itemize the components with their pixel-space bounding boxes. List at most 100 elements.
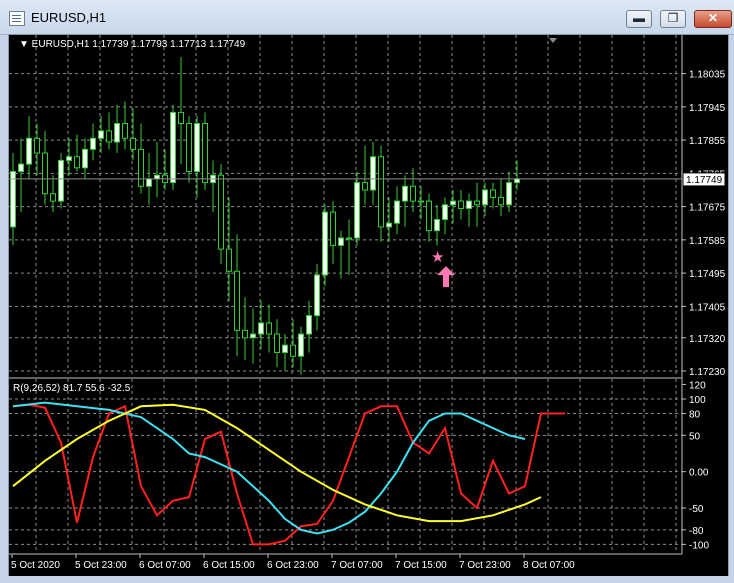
bull-candle — [194, 122, 200, 173]
bull-candle — [394, 200, 400, 224]
bear-candle — [330, 211, 336, 246]
time-tick-label: 7 Oct 23:00 — [459, 560, 511, 571]
indicator-tick-label: 50 — [689, 431, 701, 442]
time-tick-label: 6 Oct 23:00 — [267, 560, 319, 571]
time-tick-label: 7 Oct 15:00 — [395, 560, 447, 571]
bear-candle — [122, 122, 128, 139]
bull-candle — [482, 189, 488, 206]
bull-candle — [466, 200, 472, 209]
bear-candle — [42, 152, 48, 195]
maximize-button[interactable]: ❐ — [660, 10, 686, 28]
bull-candle — [298, 333, 304, 357]
price-tick-label: 1.17585 — [689, 236, 726, 247]
bear-candle — [410, 185, 416, 202]
close-button[interactable]: ✕ — [694, 10, 732, 28]
bear-candle — [242, 329, 248, 339]
bear-candle — [266, 322, 272, 335]
indicator-tick-label: -80 — [689, 526, 704, 537]
bull-candle — [26, 137, 32, 165]
price-tick-label: 1.17855 — [689, 136, 726, 147]
bear-candle — [226, 248, 232, 272]
bull-candle — [338, 237, 344, 246]
bear-candle — [234, 270, 240, 331]
price-tick-label: 1.17230 — [689, 367, 726, 378]
bull-candle — [402, 185, 408, 202]
bear-candle — [290, 344, 296, 357]
bull-candle — [90, 137, 96, 150]
price-tick-label: 1.18035 — [689, 70, 726, 81]
bull-candle — [442, 204, 448, 221]
bear-candle — [106, 130, 112, 143]
window-titlebar[interactable]: EURUSD,H1 ▬ ❐ ✕ — [0, 0, 734, 35]
bull-candle — [98, 130, 104, 139]
chart-window-icon — [9, 11, 25, 26]
bull-candle — [18, 163, 24, 173]
bear-candle — [74, 156, 80, 169]
bull-candle — [146, 178, 152, 187]
price-tick-label: 1.17495 — [689, 269, 726, 280]
price-tick-label: 1.17320 — [689, 334, 726, 345]
window-title: EURUSD,H1 — [31, 10, 107, 25]
bull-candle — [314, 274, 320, 317]
bull-candle — [370, 156, 376, 191]
bull-candle — [354, 182, 360, 239]
bull-candle — [346, 237, 352, 240]
indicator-tick-label: -50 — [689, 504, 704, 515]
bull-candle — [82, 148, 88, 169]
bear-candle — [474, 200, 480, 206]
indicator-header: R(9,26,52) 81.7 55.6 -32.5 — [13, 383, 131, 394]
price-tick-label: 1.17945 — [689, 103, 726, 114]
indicator-tick-label: 0.00 — [689, 468, 709, 479]
time-tick-label: 6 Oct 15:00 — [203, 560, 255, 571]
bear-candle — [426, 200, 432, 232]
bull-candle — [418, 200, 424, 203]
bear-candle — [490, 189, 496, 198]
bear-candle — [50, 193, 56, 202]
time-tick-label: 5 Oct 2020 — [11, 560, 60, 571]
bull-candle — [434, 219, 440, 232]
indicator-tick-label: -100 — [689, 540, 709, 551]
price-tick-label: 1.17405 — [689, 302, 726, 313]
bull-candle — [282, 344, 288, 354]
indicator-tick-label: 100 — [689, 395, 706, 406]
minimize-button[interactable]: ▬ — [626, 10, 652, 28]
window-bottom-border — [0, 576, 734, 583]
bull-candle — [322, 211, 328, 276]
bear-candle — [130, 137, 136, 150]
bull-candle — [506, 182, 512, 206]
bear-candle — [34, 137, 40, 154]
bear-candle — [138, 148, 144, 187]
chart-canvas[interactable]: ★ 1.180351.179451.178551.177651.176751.1… — [9, 35, 728, 577]
bull-candle — [386, 222, 392, 228]
bull-candle — [58, 159, 64, 202]
bull-candle — [10, 171, 16, 228]
current-price-label: 1.17749 — [686, 175, 723, 186]
price-tick-label: 1.17675 — [689, 203, 726, 214]
bull-candle — [170, 111, 176, 184]
bear-candle — [186, 122, 192, 173]
time-tick-label: 7 Oct 07:00 — [331, 560, 383, 571]
bull-candle — [258, 322, 264, 335]
bull-candle — [114, 122, 120, 143]
bear-candle — [498, 196, 504, 206]
bull-candle — [250, 333, 256, 339]
time-tick-label: 8 Oct 07:00 — [523, 560, 575, 571]
signal-star-icon: ★ — [431, 248, 444, 266]
time-tick-label: 6 Oct 07:00 — [139, 560, 191, 571]
bull-candle — [514, 178, 520, 184]
main-chart-header: ▼ EURUSD,H1 1.17739 1.17793 1.17713 1.17… — [19, 39, 246, 50]
bear-candle — [362, 182, 368, 191]
bull-candle — [66, 156, 72, 161]
bull-candle — [306, 315, 312, 335]
bear-candle — [274, 333, 280, 354]
bull-candle — [450, 200, 456, 206]
indicator-tick-label: 120 — [689, 380, 706, 391]
bull-candle — [154, 174, 160, 180]
chart-area[interactable]: ★ 1.180351.179451.178551.177651.176751.1… — [8, 34, 729, 578]
indicator-tick-label: 80 — [689, 410, 701, 421]
bear-candle — [202, 122, 208, 184]
bear-candle — [178, 111, 184, 124]
bear-candle — [218, 174, 224, 250]
time-tick-label: 5 Oct 23:00 — [75, 560, 127, 571]
bear-candle — [458, 200, 464, 209]
